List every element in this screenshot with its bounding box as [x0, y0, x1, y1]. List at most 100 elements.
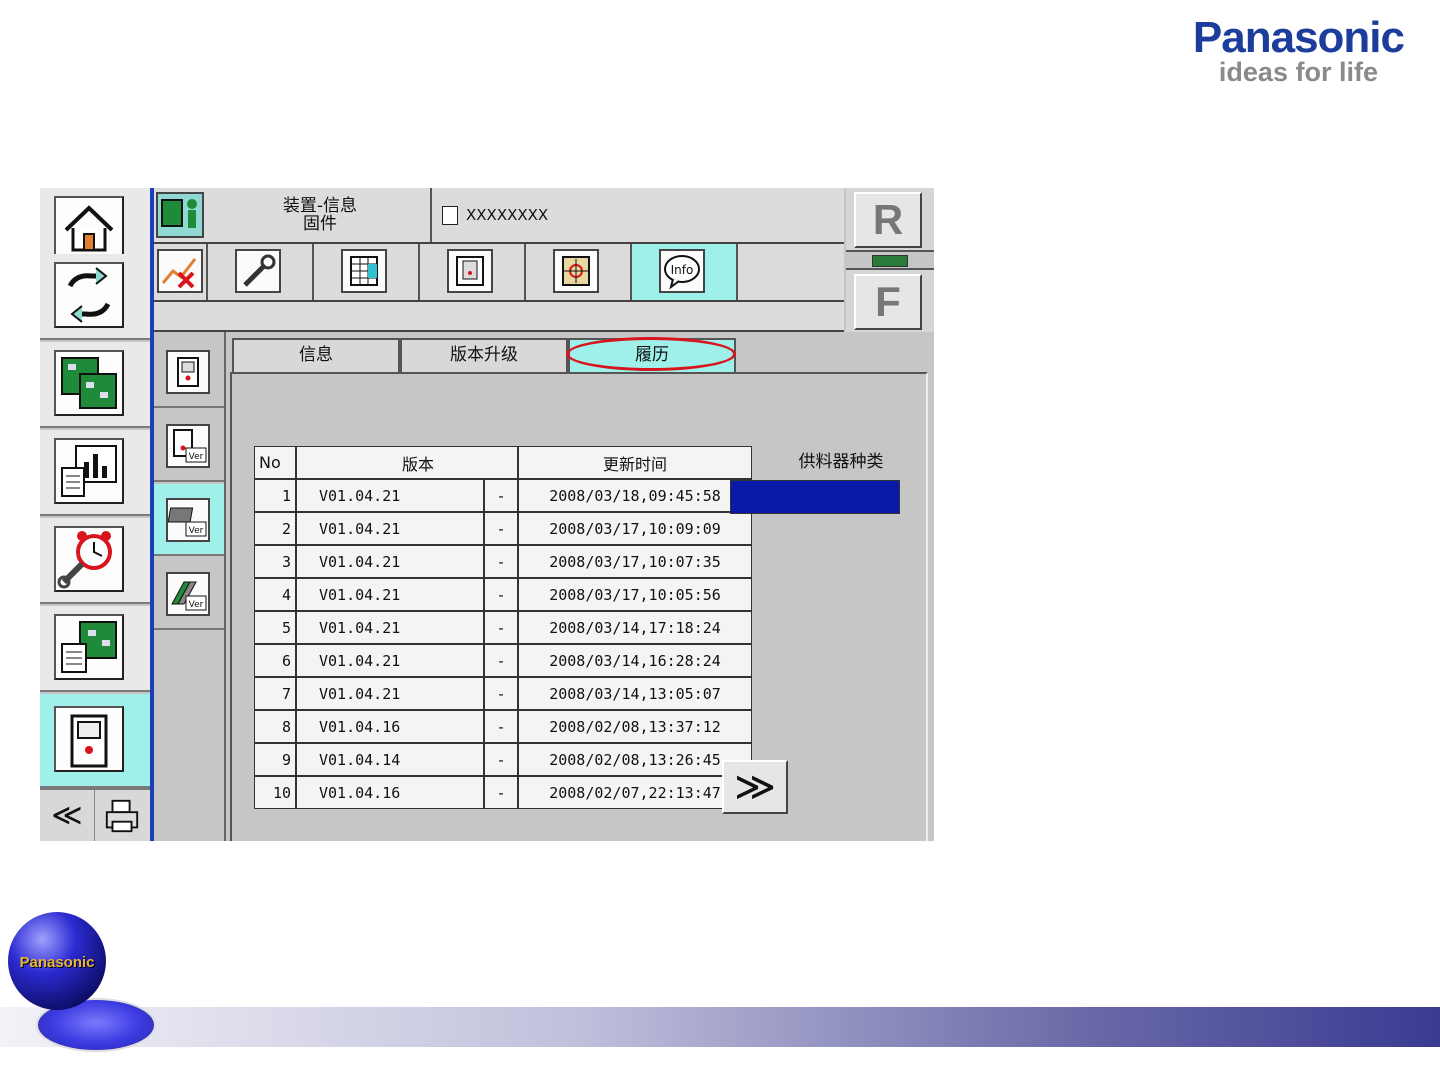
- row-flag: -: [484, 710, 518, 743]
- tab-history[interactable]: 履历: [566, 337, 736, 372]
- nav-production-report[interactable]: [40, 430, 150, 516]
- row-no: 9: [254, 743, 296, 776]
- left-bottom-bar: ≪: [40, 788, 150, 841]
- vtab-board-version[interactable]: Ver: [154, 484, 224, 556]
- scroll-down-button[interactable]: ≫: [722, 760, 788, 814]
- table-row[interactable]: 2 V01.04.21-2008/03/17,10:09:09: [254, 512, 752, 545]
- row-updated: 2008/03/14,17:18:24: [518, 611, 752, 644]
- home-icon: [54, 196, 124, 262]
- camera-target-icon: [553, 249, 599, 293]
- error-graph-button[interactable]: [154, 244, 208, 300]
- machine-unit-button[interactable]: [420, 244, 526, 300]
- printer-icon[interactable]: [95, 790, 149, 841]
- row-version: V01.04.16: [296, 776, 484, 809]
- wrench-icon: [235, 249, 281, 293]
- document-name-text: XXXXXXXX: [466, 206, 549, 224]
- row-no: 3: [254, 545, 296, 578]
- feeder-type-value[interactable]: [730, 480, 900, 514]
- row-updated: 2008/03/17,10:05:56: [518, 578, 752, 611]
- tab-version-upgrade[interactable]: 版本升级: [400, 338, 568, 372]
- table-row[interactable]: 9 V01.04.14-2008/02/08,13:26:45: [254, 743, 752, 776]
- row-version: V01.04.21: [296, 578, 484, 611]
- vtab-machine[interactable]: [154, 336, 224, 408]
- cycle-arrows-icon: [54, 262, 124, 328]
- table-row[interactable]: 8 V01.04.16-2008/02/08,13:37:12: [254, 710, 752, 743]
- nav-machine-info[interactable]: [40, 694, 150, 788]
- row-flag: -: [484, 479, 518, 512]
- screen-title-line1: 装置-信息: [282, 196, 358, 216]
- row-version: V01.04.21: [296, 611, 484, 644]
- table-row[interactable]: 7 V01.04.21-2008/03/14,13:05:07: [254, 677, 752, 710]
- feeder-type-label: 供料器种类: [798, 452, 884, 472]
- table-row[interactable]: 10 V01.04.16-2008/02/07,22:13:47: [254, 776, 752, 809]
- row-no: 2: [254, 512, 296, 545]
- document-board-icon: [54, 614, 124, 680]
- row-updated: 2008/02/07,22:13:47: [518, 776, 752, 809]
- machine-icon: [54, 706, 124, 772]
- row-version: V01.04.21: [296, 512, 484, 545]
- row-version: V01.04.21: [296, 479, 484, 512]
- grid-table-icon: [341, 249, 387, 293]
- front-button[interactable]: F: [854, 274, 922, 330]
- table-row[interactable]: 4 V01.04.21-2008/03/17,10:05:56: [254, 578, 752, 611]
- message-bar: [154, 302, 844, 332]
- row-version: V01.04.16: [296, 710, 484, 743]
- alarm-clock-wrench-icon: [54, 526, 124, 592]
- history-table: No 版本 更新时间 1 V01.04.21-2008/03/18,09:45:5…: [254, 446, 752, 809]
- screen-title: 装置-信息 固件: [210, 188, 432, 242]
- row-no: 8: [254, 710, 296, 743]
- nav-maintenance[interactable]: [40, 518, 150, 604]
- nav-boards[interactable]: [40, 342, 150, 428]
- screen-header: 装置-信息 固件 XXXXXXXX: [154, 188, 844, 244]
- table-row[interactable]: 6 V01.04.21-2008/03/14,16:28:24: [254, 644, 752, 677]
- info-icon-text: Info: [671, 263, 694, 277]
- row-flag: -: [484, 545, 518, 578]
- globe-logo-text: Panasonic: [19, 954, 95, 971]
- svg-text:Ver: Ver: [189, 600, 204, 610]
- document-name: XXXXXXXX: [442, 188, 548, 242]
- table-row[interactable]: 5 V01.04.21-2008/03/14,17:18:24: [254, 611, 752, 644]
- row-updated: 2008/03/14,16:28:24: [518, 644, 752, 677]
- operator-board-icon: [156, 192, 204, 238]
- vtab-feeder-version[interactable]: Ver: [154, 558, 224, 630]
- info-button[interactable]: Info: [632, 244, 738, 300]
- row-flag: -: [484, 677, 518, 710]
- machine-unit-icon: [447, 249, 493, 293]
- row-flag: -: [484, 776, 518, 809]
- row-no: 5: [254, 611, 296, 644]
- tab-info[interactable]: 信息: [232, 338, 400, 372]
- row-flag: -: [484, 644, 518, 677]
- toolbar: Info: [154, 244, 844, 302]
- brand-name: Panasonic: [1192, 13, 1405, 62]
- machine-version-icon: Ver: [166, 424, 210, 468]
- nav-data[interactable]: [40, 606, 150, 692]
- board-chip-icon: [872, 255, 908, 267]
- settings-button[interactable]: [208, 244, 314, 300]
- row-flag: -: [484, 611, 518, 644]
- row-no: 10: [254, 776, 296, 809]
- row-version: V01.04.14: [296, 743, 484, 776]
- tab-history-label: 履历: [635, 345, 669, 365]
- machine-screen: ≪ 装置-信息 固件 XXXXXXXX Info R F Ver Ver Ver…: [40, 188, 934, 841]
- row-updated: 2008/02/08,13:37:12: [518, 710, 752, 743]
- camera-button[interactable]: [526, 244, 632, 300]
- panasonic-logo: Panasonic ideas for life: [1192, 13, 1405, 87]
- row-updated: 2008/03/14,13:05:07: [518, 677, 752, 710]
- vtab-machine-version[interactable]: Ver: [154, 410, 224, 482]
- row-version: V01.04.21: [296, 644, 484, 677]
- row-flag: -: [484, 578, 518, 611]
- graph-error-icon: [157, 249, 203, 293]
- row-flag: -: [484, 512, 518, 545]
- brand-tagline: ideas for life: [1218, 57, 1378, 87]
- page-up-button[interactable]: ≪: [40, 790, 95, 841]
- row-no: 6: [254, 644, 296, 677]
- history-header-row: No 版本 更新时间: [254, 446, 752, 479]
- table-row[interactable]: 3 V01.04.21-2008/03/17,10:07:35: [254, 545, 752, 578]
- row-no: 1: [254, 479, 296, 512]
- table-row[interactable]: 1 V01.04.21-2008/03/18,09:45:58: [254, 479, 752, 512]
- grid-button[interactable]: [314, 244, 420, 300]
- left-nav: ≪: [40, 188, 150, 841]
- rear-button[interactable]: R: [854, 192, 922, 248]
- panasonic-globe-logo: Panasonic: [8, 912, 106, 1010]
- nav-changeover[interactable]: [40, 254, 150, 340]
